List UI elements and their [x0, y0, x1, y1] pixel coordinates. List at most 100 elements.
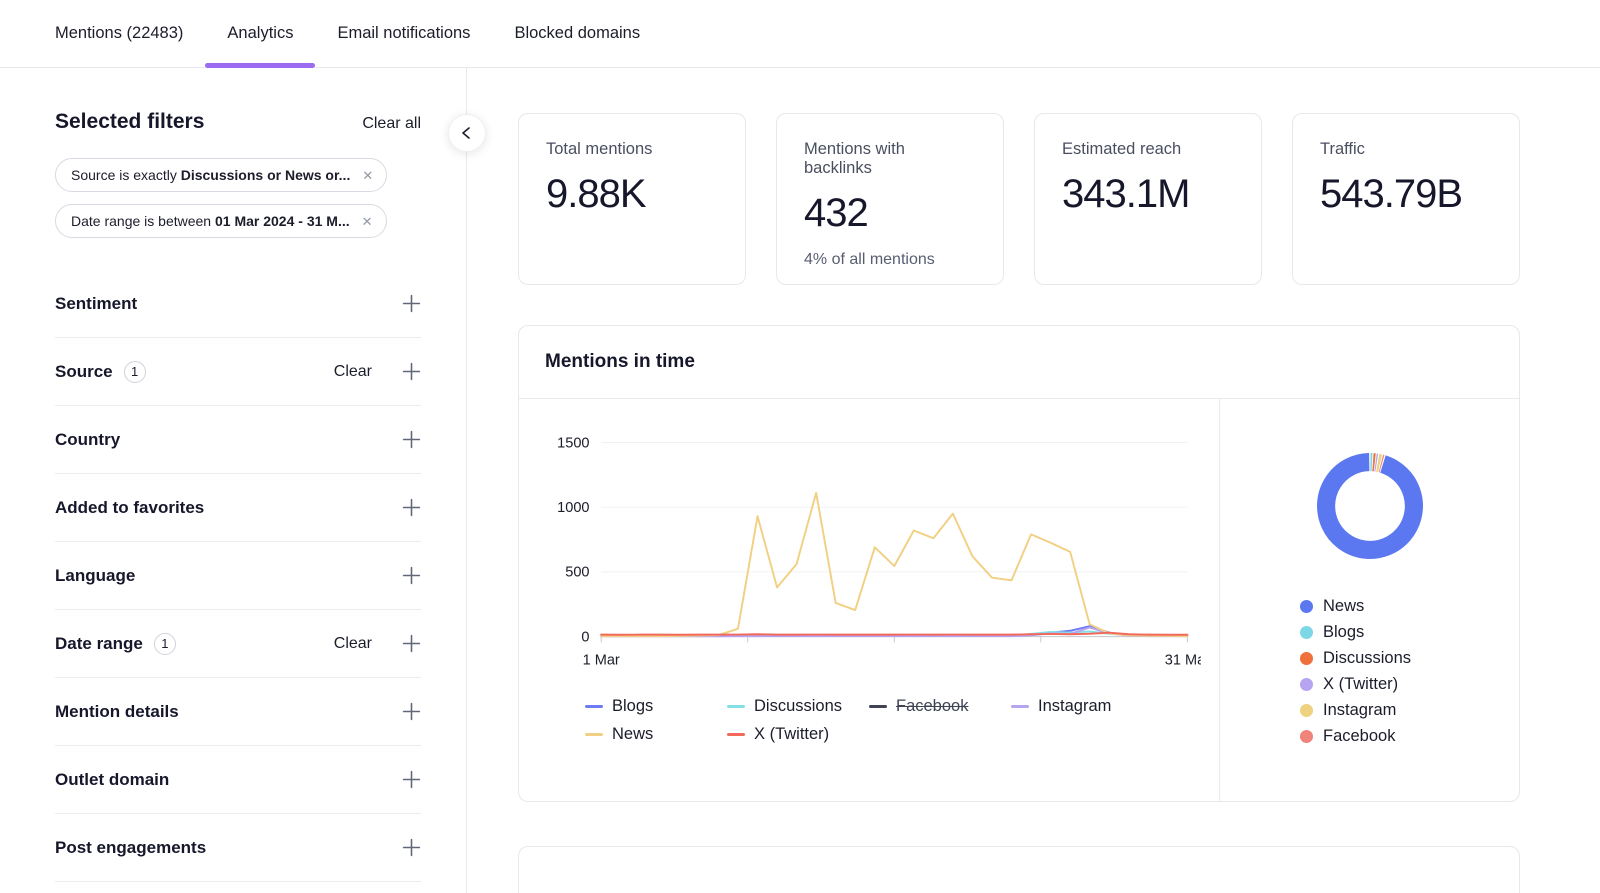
mentions-line-chart: 0500100015001 Mar31 Mar [541, 425, 1201, 685]
add-filter-button[interactable] [402, 770, 421, 789]
stat-label: Estimated reach [1062, 140, 1234, 159]
stat-label: Mentions with backlinks [804, 140, 976, 178]
plus-icon [402, 770, 421, 789]
plus-icon [402, 566, 421, 585]
tab-blocked-domains[interactable]: Blocked domains [492, 0, 662, 67]
donut-legend-item-instagram: Instagram [1300, 701, 1519, 720]
donut-legend-label: Instagram [1323, 701, 1396, 720]
add-filter-button[interactable] [402, 566, 421, 585]
line-chart-area: 0500100015001 Mar31 Mar BlogsDiscussions… [519, 399, 1219, 801]
filter-sections: Sentiment Source 1 Clear Country Added to fav… [55, 270, 421, 882]
stat-label: Total mentions [546, 140, 718, 159]
remove-filter-icon[interactable]: ✕ [362, 215, 373, 228]
svg-text:1500: 1500 [557, 435, 589, 451]
filter-count-badge: 1 [154, 633, 176, 655]
filter-section-label: Outlet domain [55, 770, 169, 790]
svg-text:1000: 1000 [557, 500, 589, 516]
tab-email-notifications[interactable]: Email notifications [315, 0, 492, 67]
remove-filter-icon[interactable]: ✕ [362, 169, 373, 182]
chevron-left-icon [459, 125, 475, 141]
donut-legend-dot [1300, 704, 1313, 717]
donut-legend-item-discussions: Discussions [1300, 649, 1519, 668]
svg-text:0: 0 [581, 629, 589, 645]
filter-section-label: Post engagements [55, 838, 206, 858]
donut-area: News Blogs Discussions X (Twitter) Instagram… [1219, 399, 1519, 801]
content-area: Selected filters Clear all Source is exa… [0, 68, 1600, 893]
stat-subtext: 4% of all mentions [804, 251, 976, 269]
collapse-sidebar-button[interactable] [448, 114, 486, 152]
chart-card-header: Mentions in time [519, 326, 1519, 399]
stat-value: 543.79B [1320, 172, 1492, 217]
tab-mentions-22483[interactable]: Mentions (22483) [33, 0, 205, 67]
next-card-partial [518, 846, 1520, 893]
donut-legend-label: Blogs [1323, 623, 1364, 642]
stat-value: 432 [804, 191, 976, 236]
source-donut-chart [1307, 443, 1433, 569]
plus-icon [402, 498, 421, 517]
legend-swatch [1011, 705, 1029, 708]
filter-section-added-to-favorites[interactable]: Added to favorites [55, 474, 421, 542]
filter-section-label: Source [55, 362, 113, 382]
add-filter-button[interactable] [402, 702, 421, 721]
legend-item-x-twitter[interactable]: X (Twitter) [727, 725, 869, 744]
filter-section-outlet-domain[interactable]: Outlet domain [55, 746, 421, 814]
legend-swatch [727, 733, 745, 736]
add-filter-button[interactable] [402, 430, 421, 449]
stat-card-estimated-reach: Estimated reach 343.1M [1034, 113, 1262, 285]
filter-section-source[interactable]: Source 1 Clear [55, 338, 421, 406]
donut-legend-label: News [1323, 597, 1364, 616]
filter-section-mention-details[interactable]: Mention details [55, 678, 421, 746]
filters-header: Selected filters Clear all [55, 110, 421, 134]
legend-swatch [869, 705, 887, 708]
add-filter-button[interactable] [402, 294, 421, 313]
filter-section-post-engagements[interactable]: Post engagements [55, 814, 421, 882]
legend-item-instagram[interactable]: Instagram [1011, 697, 1153, 716]
legend-item-facebook[interactable]: Facebook [869, 697, 1011, 716]
clear-all-filters-link[interactable]: Clear all [362, 115, 421, 133]
chart-card-body: 0500100015001 Mar31 Mar BlogsDiscussions… [519, 399, 1519, 801]
legend-label: Facebook [896, 697, 968, 716]
filter-section-language[interactable]: Language [55, 542, 421, 610]
stat-card-traffic: Traffic543.79B [1292, 113, 1520, 285]
donut-legend-dot [1300, 730, 1313, 743]
legend-item-blogs[interactable]: Blogs [585, 697, 727, 716]
donut-legend-label: Facebook [1323, 727, 1395, 746]
filters-sidebar: Selected filters Clear all Source is exa… [0, 68, 467, 893]
add-filter-button[interactable] [402, 838, 421, 857]
filter-section-country[interactable]: Country [55, 406, 421, 474]
legend-swatch [585, 733, 603, 736]
filter-section-date-range[interactable]: Date range1Clear [55, 610, 421, 678]
legend-item-discussions[interactable]: Discussions [727, 697, 869, 716]
donut-legend-label: X (Twitter) [1323, 675, 1398, 694]
clear-filter-link[interactable]: Clear [334, 635, 372, 653]
filters-title: Selected filters [55, 110, 204, 134]
mentions-in-time-card: Mentions in time 0500100015001 Mar31 Mar… [518, 325, 1520, 802]
filter-section-label: Added to favorites [55, 498, 204, 518]
top-tabs-bar: Mentions (22483)AnalyticsEmail notificat… [0, 0, 1600, 68]
filter-chip[interactable]: Source is exactly Discussions or News or… [55, 158, 387, 192]
legend-item-news[interactable]: News [585, 725, 727, 744]
legend-label: Instagram [1038, 697, 1111, 716]
donut-legend-dot [1300, 626, 1313, 639]
filter-chip[interactable]: Date range is between 01 Mar 2024 - 31 M… [55, 204, 387, 238]
add-filter-button[interactable] [402, 498, 421, 517]
stat-card-mentions-with-backlinks: Mentions with backlinks 432 4% of all ment… [776, 113, 1004, 285]
stat-value: 343.1M [1062, 172, 1234, 217]
donut-legend-dot [1300, 600, 1313, 613]
donut-legend-item-x-twitter: X (Twitter) [1300, 675, 1519, 694]
legend-swatch [727, 705, 745, 708]
filter-count-badge: 1 [124, 361, 146, 383]
svg-text:31 Mar: 31 Mar [1165, 653, 1201, 669]
filter-section-sentiment[interactable]: Sentiment [55, 270, 421, 338]
stat-value: 9.88K [546, 172, 718, 217]
stat-cards-row: Total mentions 9.88K Mentions with backlin… [518, 113, 1520, 285]
add-filter-button[interactable] [402, 634, 421, 653]
add-filter-button[interactable] [402, 362, 421, 381]
clear-filter-link[interactable]: Clear [334, 363, 372, 381]
legend-label: X (Twitter) [754, 725, 829, 744]
plus-icon [402, 634, 421, 653]
plus-icon [402, 838, 421, 857]
tab-analytics[interactable]: Analytics [205, 0, 315, 67]
app-root: Mentions (22483)AnalyticsEmail notificat… [0, 0, 1600, 893]
donut-legend-item-facebook: Facebook [1300, 727, 1519, 746]
